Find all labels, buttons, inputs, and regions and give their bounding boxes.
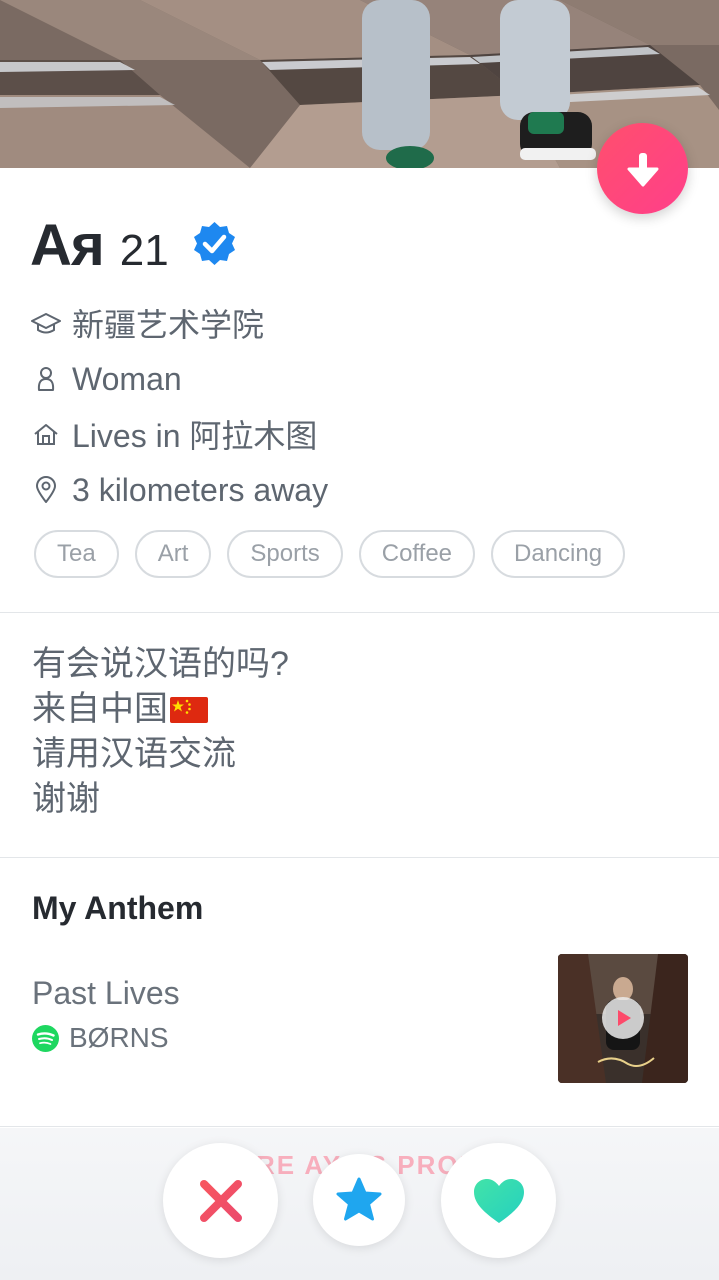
arrow-down-icon [627, 152, 658, 186]
play-button[interactable] [602, 997, 644, 1039]
play-icon [618, 1010, 631, 1026]
profile-age: 21 [119, 226, 169, 275]
graduation-cap-icon [30, 307, 62, 339]
bio-line: 有会说汉语的吗? [32, 645, 289, 683]
residence-text: Lives in 阿拉木图 [72, 418, 318, 454]
school-text: 新疆艺术学院 [72, 307, 265, 343]
bio-line: 请用汉语交流 [32, 735, 236, 773]
album-cover[interactable] [558, 954, 688, 1083]
distance-row: 3 kilometers away [30, 470, 328, 510]
anthem-heading: My Anthem [32, 890, 204, 926]
heart-icon [473, 1178, 524, 1223]
nope-button[interactable] [163, 1143, 278, 1258]
interest-tag: Dancing [491, 530, 626, 578]
divider [0, 1126, 719, 1127]
gender-row: Woman [30, 359, 182, 399]
spotify-icon [32, 1024, 59, 1052]
interest-tag: Art [134, 530, 212, 578]
song-title: Past Lives [32, 975, 180, 1011]
interest-tag: Sports [227, 530, 343, 578]
artist-row: BØRNS [32, 1019, 169, 1057]
artist-name: BØRNS [69, 1022, 169, 1053]
residence-row: Lives in 阿拉木图 [30, 414, 317, 454]
bio-line-with-flag: 来自中国 [32, 687, 289, 732]
verified-badge-icon[interactable] [192, 221, 237, 266]
collapse-profile-button[interactable] [597, 123, 688, 214]
profile-name: Ая [30, 213, 105, 278]
name-age-row: Ая 21 [30, 212, 169, 278]
bio-line: 来自中国 [32, 690, 168, 728]
x-icon [199, 1179, 242, 1222]
gender-text: Woman [72, 360, 182, 397]
person-icon [30, 363, 62, 395]
bio-line: 谢谢 [32, 780, 100, 818]
location-pin-icon [30, 474, 62, 506]
interests-list: Tea Art Sports Coffee Dancing [34, 530, 626, 578]
interest-tag: Tea [34, 530, 119, 578]
china-flag-icon [170, 696, 208, 723]
star-icon [336, 1177, 382, 1221]
divider [0, 857, 719, 858]
divider [0, 612, 719, 613]
distance-text: 3 kilometers away [72, 471, 329, 508]
school-row: 新疆艺术学院 [30, 303, 264, 343]
interest-tag: Coffee [358, 530, 476, 578]
house-icon [30, 418, 62, 450]
bio-text: 有会说汉语的吗? 来自中国 请用汉语交流 谢谢 [32, 642, 289, 822]
like-button[interactable] [441, 1143, 556, 1258]
super-like-button[interactable] [313, 1154, 405, 1246]
